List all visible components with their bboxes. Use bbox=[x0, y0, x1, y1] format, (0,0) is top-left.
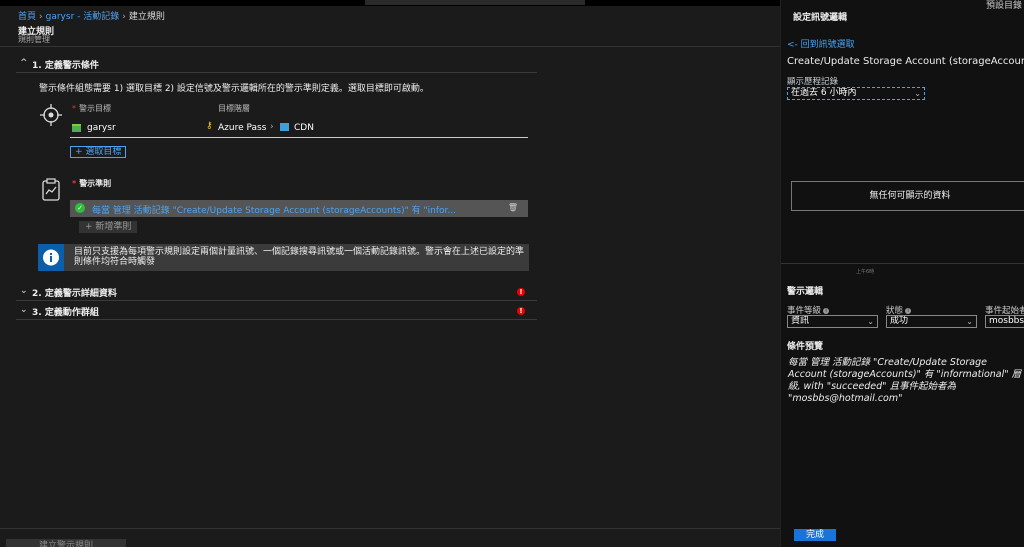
delete-icon[interactable]: 🗑 bbox=[508, 203, 518, 212]
breadcrumb-home[interactable]: 首頁 bbox=[18, 12, 36, 22]
criteria-rule-text[interactable]: 每當 管理 活動記錄 "Create/Update Storage Accoun… bbox=[92, 203, 512, 216]
page-subtitle: 規則管理 bbox=[18, 35, 50, 44]
info-text: 目前只支援為每項警示規則設定兩個計量訊號、一個記錄搜尋訊號或一個活動記錄訊號。警… bbox=[74, 247, 525, 267]
directory-label[interactable]: 預設目錄 bbox=[986, 0, 1022, 11]
back-to-signal-link[interactable]: <- 回到訊號選取 bbox=[787, 37, 855, 50]
signal-operation-name: Create/Update Storage Account (storageAc… bbox=[787, 56, 1024, 67]
alert-logic-heading: 警示邏輯 bbox=[787, 287, 824, 297]
target-icon bbox=[40, 104, 62, 126]
target-hierarchy-label: 目標階層 bbox=[218, 104, 250, 113]
section-define-condition[interactable]: ^ 1. 定義警示條件 bbox=[16, 55, 537, 73]
breadcrumb: 首頁 › garysr - 活動記錄 › 建立規則 bbox=[18, 12, 165, 22]
target-row[interactable]: garysr ⚷ Azure Pass › CDN bbox=[70, 120, 528, 138]
chevron-down-icon: ⌄ bbox=[914, 89, 921, 98]
key-icon: ⚷ bbox=[206, 121, 213, 131]
create-alert-rule-button[interactable]: 建立警示規則 bbox=[6, 539, 126, 547]
criteria-label: * 警示準則 bbox=[72, 179, 112, 188]
create-rule-blade: 首頁 › garysr - 活動記錄 › 建立規則 建立規則 規則管理 ^ 1. 定義警… bbox=[0, 6, 780, 547]
done-button[interactable]: 完成 bbox=[794, 529, 836, 541]
panel-title: 設定訊號邏輯 bbox=[793, 13, 848, 23]
chevron-down-icon: ⌄ bbox=[20, 305, 28, 315]
select-target-button[interactable]: + 選取目標 bbox=[70, 146, 127, 158]
no-data-chart: 無任何可顯示的資料 bbox=[791, 181, 1024, 211]
time-axis-label: 上午6時 bbox=[856, 269, 875, 275]
event-level-select[interactable]: 資訊 ⌄ bbox=[787, 315, 878, 328]
target-resource-group: CDN bbox=[294, 123, 314, 133]
breadcrumb-resource[interactable]: garysr - 活動記錄 bbox=[46, 12, 120, 22]
info-icon bbox=[38, 244, 64, 271]
error-icon: ! bbox=[517, 288, 525, 296]
error-icon: ! bbox=[517, 307, 525, 315]
check-circle-icon: ✓ bbox=[75, 203, 85, 213]
target-resource-name: garysr bbox=[87, 123, 116, 133]
divider bbox=[781, 263, 1024, 264]
target-label: * 警示目標 bbox=[72, 104, 111, 113]
blade-footer: 建立警示規則 bbox=[0, 528, 780, 547]
chevron-down-icon: ⌄ bbox=[966, 317, 973, 326]
status-select[interactable]: 成功 ⌄ bbox=[886, 315, 977, 328]
condition-preview-text: 每當 管理 活動記錄 "Create/Update Storage Accoun… bbox=[788, 357, 1022, 404]
chevron-down-icon: ⌄ bbox=[867, 317, 874, 326]
clipboard-chart-icon bbox=[40, 178, 62, 201]
chevron-up-icon: ^ bbox=[20, 58, 28, 68]
add-criteria-button[interactable]: + 新增準則 bbox=[79, 221, 138, 233]
section-action-groups[interactable]: ⌄ 3. 定義動作群組 ! bbox=[16, 302, 537, 320]
history-label: 顯示歷程記錄 bbox=[787, 77, 839, 87]
target-subscription: Azure Pass bbox=[218, 123, 267, 133]
criteria-rule-row[interactable]: ✓ 每當 管理 活動記錄 "Create/Update Storage Acco… bbox=[70, 200, 528, 217]
window-title-strip bbox=[365, 0, 585, 5]
condition-preview-heading: 條件預覽 bbox=[787, 342, 824, 352]
history-select[interactable]: 在過去 6 小時內 ⌄ bbox=[787, 87, 925, 100]
blade-header: 建立規則 規則管理 bbox=[0, 23, 780, 47]
breadcrumb-current: 建立規則 bbox=[128, 12, 165, 22]
signal-logic-panel: 設定訊號邏輯 預設目錄 <- 回到訊號選取 Create/Update Stor… bbox=[780, 0, 1024, 547]
resource-group-icon bbox=[280, 123, 289, 131]
section-alert-details[interactable]: ⌄ 2. 定義警示詳細資料 ! bbox=[16, 283, 537, 301]
info-icon: i bbox=[823, 307, 830, 314]
info-icon: i bbox=[905, 307, 912, 314]
chevron-down-icon: ⌄ bbox=[20, 286, 28, 296]
info-banner: 目前只支援為每項警示規則設定兩個計量訊號、一個記錄搜尋訊號或一個活動記錄訊號。警… bbox=[38, 244, 529, 271]
storage-account-icon bbox=[72, 124, 81, 132]
initiator-input[interactable]: mosbbs@ bbox=[985, 315, 1024, 328]
condition-description: 警示條件組態需要 1) 選取目標 2) 設定信號及警示邏輯所在的警示準則定義。選… bbox=[39, 84, 429, 94]
chevron-right-icon: › bbox=[270, 122, 274, 132]
